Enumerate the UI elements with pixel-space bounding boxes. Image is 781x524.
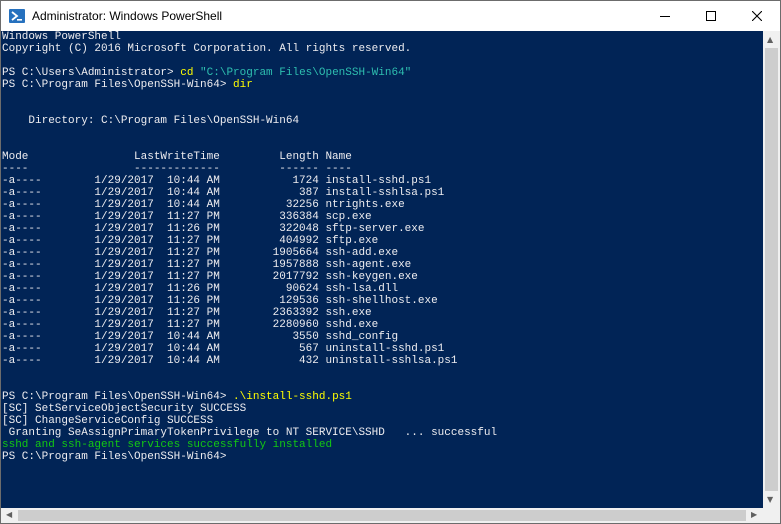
console-text: -a---- 1/29/2017 11:27 PM 1957888 ssh-ag… xyxy=(2,259,412,271)
console-line: PS C:\Program Files\OpenSSH-Win64> dir xyxy=(2,79,253,91)
scroll-left-icon[interactable]: ◀ xyxy=(6,511,12,519)
horizontal-scrollbar[interactable]: ◀ ▶ xyxy=(1,508,763,523)
console-text: [SC] SetServiceObjectSecurity SUCCESS xyxy=(2,403,247,415)
console-text: Mode LastWriteTime Length Name xyxy=(2,151,352,163)
powershell-icon[interactable] xyxy=(9,8,25,24)
console-line: -a---- 1/29/2017 10:44 AM 387 install-ss… xyxy=(2,187,444,199)
maximize-button[interactable] xyxy=(688,1,734,31)
console-text: -a---- 1/29/2017 10:44 AM 32256 ntrights… xyxy=(2,199,405,211)
close-button[interactable] xyxy=(734,1,780,31)
powershell-window: Administrator: Windows PowerShell Window… xyxy=(0,0,781,524)
console-text: Directory: C:\Program Files\OpenSSH-Win6… xyxy=(2,115,300,127)
console-text: PS C:\Program Files\OpenSSH-Win64> xyxy=(2,391,234,403)
title-bar[interactable]: Administrator: Windows PowerShell xyxy=(1,1,780,31)
console-text: -a---- 1/29/2017 11:26 PM 129536 ssh-she… xyxy=(2,295,438,307)
console-line: PS C:\Program Files\OpenSSH-Win64> xyxy=(2,451,226,463)
scroll-right-icon[interactable]: ▶ xyxy=(751,511,757,519)
console-text: -a---- 1/29/2017 11:27 PM 404992 sftp.ex… xyxy=(2,235,379,247)
minimize-icon xyxy=(660,16,670,17)
console-text: PS C:\Users\Administrator> xyxy=(2,67,181,79)
console-text: Copyright (C) 2016 Microsoft Corporation… xyxy=(2,43,412,55)
console-line: Copyright (C) 2016 Microsoft Corporation… xyxy=(2,43,411,55)
console-line: -a---- 1/29/2017 10:44 AM 432 uninstall-… xyxy=(2,355,457,367)
console-line: Directory: C:\Program Files\OpenSSH-Win6… xyxy=(2,115,299,127)
console-text: Windows PowerShell xyxy=(2,31,121,43)
close-icon xyxy=(752,11,762,21)
window-title: Administrator: Windows PowerShell xyxy=(32,9,223,23)
console-line: Windows PowerShell xyxy=(2,31,121,43)
console-text: -a---- 1/29/2017 11:27 PM 2280960 sshd.e… xyxy=(2,319,379,331)
console-line: Mode LastWriteTime Length Name xyxy=(2,151,352,163)
console-text: -a---- 1/29/2017 11:27 PM 336384 scp.exe xyxy=(2,211,372,223)
minimize-button[interactable] xyxy=(642,1,688,31)
console-text: -a---- 1/29/2017 10:44 AM 3550 sshd_conf… xyxy=(2,331,399,343)
console-line: -a---- 1/29/2017 11:26 PM 129536 ssh-she… xyxy=(2,295,438,307)
console-line: -a---- 1/29/2017 11:27 PM 2363392 ssh.ex… xyxy=(2,307,372,319)
console-text: -a---- 1/29/2017 11:26 PM 322048 sftp-se… xyxy=(2,223,425,235)
console-line: -a---- 1/29/2017 10:44 AM 567 uninstall-… xyxy=(2,343,444,355)
console-text: Granting SeAssignPrimaryTokenPrivilege t… xyxy=(2,427,498,439)
console-text: cd xyxy=(180,67,201,79)
console-text: -a---- 1/29/2017 10:44 AM 387 install-ss… xyxy=(2,187,445,199)
console-line: -a---- 1/29/2017 11:27 PM 336384 scp.exe xyxy=(2,211,372,223)
console-text: -a---- 1/29/2017 11:27 PM 1905664 ssh-ad… xyxy=(2,247,399,259)
console-line: -a---- 1/29/2017 11:27 PM 2017792 ssh-ke… xyxy=(2,271,418,283)
scrollbar-corner xyxy=(763,508,780,523)
console-text: [SC] ChangeServiceConfig SUCCESS xyxy=(2,415,214,427)
console-text: -a---- 1/29/2017 11:26 PM 90624 ssh-lsa.… xyxy=(2,283,399,295)
console-text: -a---- 1/29/2017 11:27 PM 2017792 ssh-ke… xyxy=(2,271,418,283)
console-text: .\install-sshd.ps1 xyxy=(233,391,352,403)
console-line: -a---- 1/29/2017 11:27 PM 404992 sftp.ex… xyxy=(2,235,378,247)
horizontal-scroll-thumb[interactable] xyxy=(18,510,746,521)
console-text: -a---- 1/29/2017 10:44 AM 432 uninstall-… xyxy=(2,355,458,367)
console-line: -a---- 1/29/2017 10:44 AM 32256 ntrights… xyxy=(2,199,405,211)
console-line: -a---- 1/29/2017 10:44 AM 3550 sshd_conf… xyxy=(2,331,398,343)
console-line: [SC] ChangeServiceConfig SUCCESS xyxy=(2,415,213,427)
scroll-down-icon[interactable]: ▼ xyxy=(767,496,773,504)
console-text: sshd and ssh-agent services successfully… xyxy=(2,439,333,451)
console-line: Granting SeAssignPrimaryTokenPrivilege t… xyxy=(2,427,498,439)
maximize-icon xyxy=(706,11,716,21)
console-text: -a---- 1/29/2017 10:44 AM 567 uninstall-… xyxy=(2,343,445,355)
console-text: -a---- 1/29/2017 10:44 AM 1724 install-s… xyxy=(2,175,432,187)
console-text: PS C:\Program Files\OpenSSH-Win64> xyxy=(2,451,227,463)
console-line: sshd and ssh-agent services successfully… xyxy=(2,439,332,451)
console-line: -a---- 1/29/2017 11:26 PM 322048 sftp-se… xyxy=(2,223,424,235)
console-text: PS C:\Program Files\OpenSSH-Win64> xyxy=(2,79,234,91)
console-line: -a---- 1/29/2017 11:27 PM 1905664 ssh-ad… xyxy=(2,247,398,259)
scroll-up-icon[interactable]: ▲ xyxy=(767,36,773,44)
console-line: -a---- 1/29/2017 10:44 AM 1724 install-s… xyxy=(2,175,431,187)
console-line: PS C:\Program Files\OpenSSH-Win64> .\ins… xyxy=(2,391,352,403)
vertical-scroll-thumb[interactable] xyxy=(765,48,778,491)
vertical-scrollbar[interactable]: ▲ ▼ xyxy=(763,31,780,508)
console-text: -a---- 1/29/2017 11:27 PM 2363392 ssh.ex… xyxy=(2,307,372,319)
console-text: "C:\Program Files\OpenSSH-Win64" xyxy=(200,67,412,79)
console-line: -a---- 1/29/2017 11:27 PM 1957888 ssh-ag… xyxy=(2,259,411,271)
console-line: [SC] SetServiceObjectSecurity SUCCESS xyxy=(2,403,246,415)
console-text: ---- ------------- ------ ---- xyxy=(2,163,352,175)
console-line: PS C:\Users\Administrator> cd "C:\Progra… xyxy=(2,67,411,79)
console-line: -a---- 1/29/2017 11:27 PM 2280960 sshd.e… xyxy=(2,319,378,331)
console-text: dir xyxy=(233,79,253,91)
console-output[interactable]: Windows PowerShell Copyright (C) 2016 Mic… xyxy=(1,31,763,508)
console-line: -a---- 1/29/2017 11:26 PM 90624 ssh-lsa.… xyxy=(2,283,398,295)
console-line: ---- ------------- ------ ---- xyxy=(2,163,352,175)
